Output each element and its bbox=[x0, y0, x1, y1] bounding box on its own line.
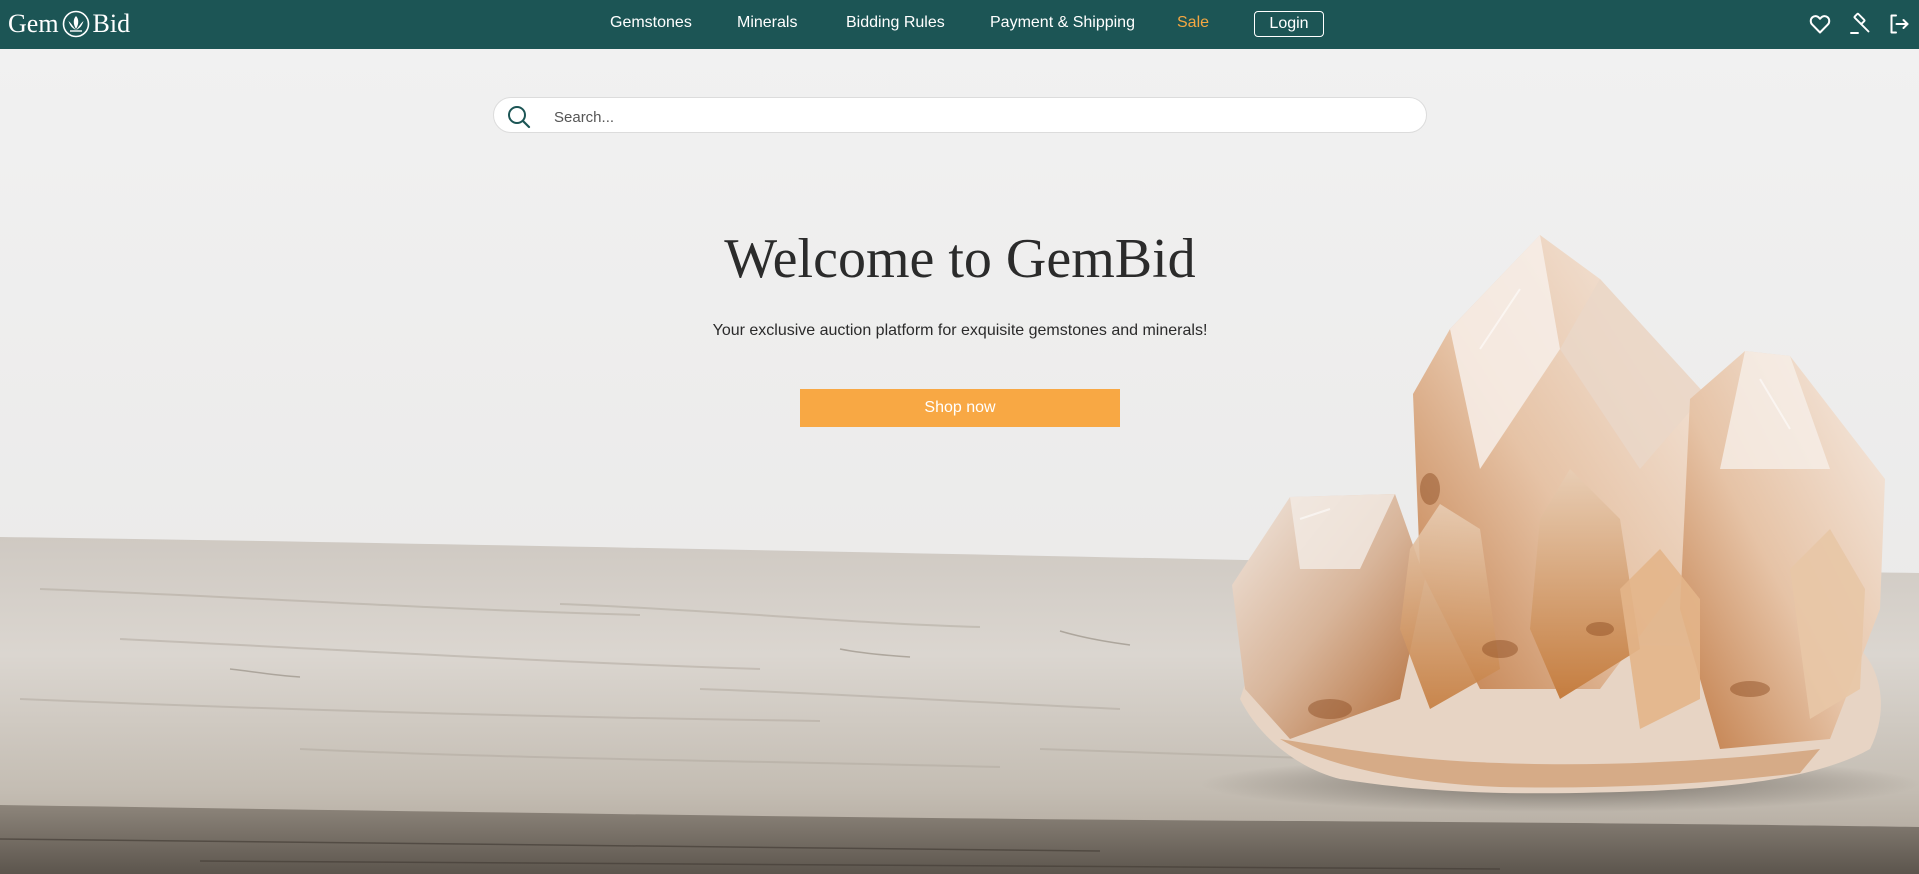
gembid-logo[interactable]: Gem Bid bbox=[8, 9, 130, 39]
shop-now-button[interactable]: Shop now bbox=[800, 389, 1120, 427]
logout-button[interactable] bbox=[1887, 12, 1911, 36]
logo-text-gem: Gem bbox=[8, 9, 59, 38]
nav-link-gemstones[interactable]: Gemstones bbox=[610, 13, 692, 33]
lotus-gem-icon bbox=[62, 10, 89, 38]
top-navigation-bar: Gem Bid Gemstones Minerals Bidding Rules… bbox=[0, 0, 1919, 49]
gavel-icon bbox=[1850, 12, 1870, 34]
logo-text-bid: Bid bbox=[92, 9, 131, 38]
hero-title: Welcome to GemBid bbox=[724, 228, 1196, 290]
heart-icon bbox=[1809, 15, 1831, 34]
nav-link-minerals[interactable]: Minerals bbox=[737, 13, 797, 33]
nav-link-sale[interactable]: Sale bbox=[1177, 13, 1209, 33]
nav-link-payment-shipping[interactable]: Payment & Shipping bbox=[990, 13, 1135, 33]
search-bar bbox=[493, 97, 1427, 133]
hero-background-image bbox=[0, 49, 1919, 874]
nav-link-bidding-rules[interactable]: Bidding Rules bbox=[846, 13, 945, 33]
search-icon[interactable] bbox=[506, 104, 532, 130]
search-input[interactable] bbox=[552, 103, 1416, 131]
hero-section: Welcome to GemBid Your exclusive auction… bbox=[0, 49, 1919, 874]
favorites-button[interactable] bbox=[1808, 12, 1832, 36]
login-button[interactable]: Login bbox=[1254, 11, 1324, 37]
logout-icon bbox=[1890, 14, 1909, 34]
hero-subtitle: Your exclusive auction platform for exqu… bbox=[712, 322, 1208, 339]
my-bids-button[interactable] bbox=[1848, 12, 1872, 36]
